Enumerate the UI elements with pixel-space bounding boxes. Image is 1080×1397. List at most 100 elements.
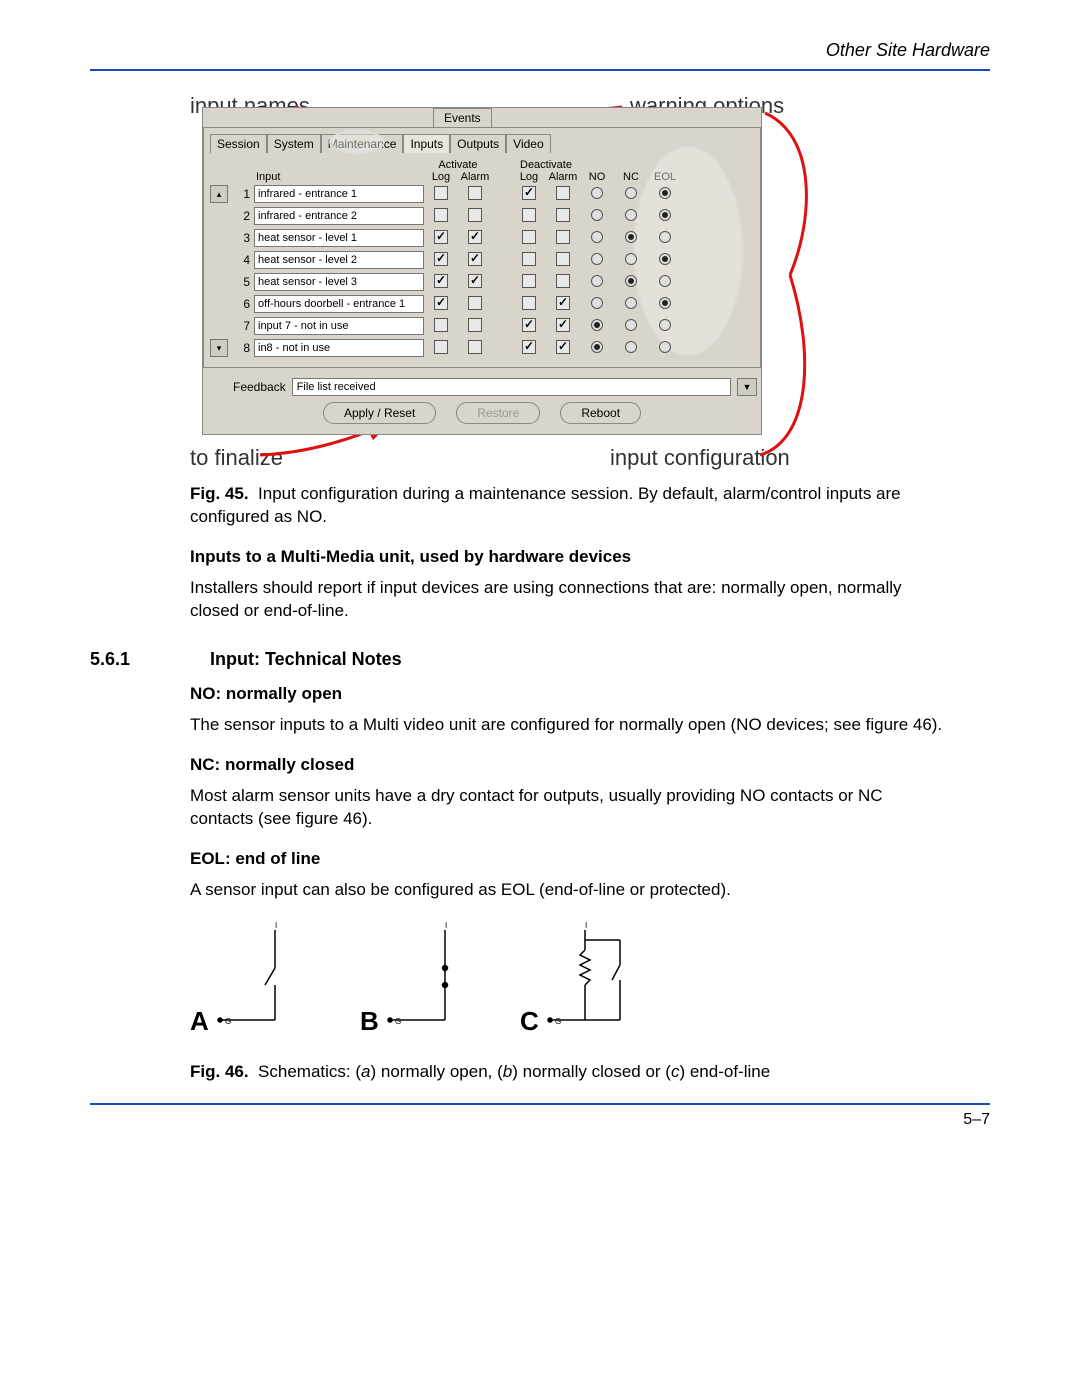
deactivate-log-checkbox[interactable] <box>522 252 536 266</box>
mode-no-radio[interactable] <box>591 209 603 221</box>
col-no: NO <box>580 171 614 183</box>
mode-nc-radio[interactable] <box>625 319 637 331</box>
deactivate-alarm-checkbox[interactable] <box>556 318 570 332</box>
input-name-field[interactable] <box>254 229 424 247</box>
reboot-button[interactable]: Reboot <box>560 402 641 424</box>
mode-eol-radio[interactable] <box>659 341 671 353</box>
tab-video[interactable]: Video <box>506 134 550 153</box>
mode-no-radio[interactable] <box>591 297 603 309</box>
feedback-field[interactable] <box>292 378 731 396</box>
deactivate-alarm-checkbox[interactable] <box>556 296 570 310</box>
tab-inputs[interactable]: Inputs <box>403 134 450 153</box>
row-number: 4 <box>232 253 254 267</box>
feedback-label: Feedback <box>233 380 286 394</box>
mode-nc-radio[interactable] <box>625 297 637 309</box>
deactivate-alarm-checkbox[interactable] <box>556 340 570 354</box>
tab-session[interactable]: Session <box>210 134 267 153</box>
mode-eol-radio[interactable] <box>659 297 671 309</box>
mode-no-radio[interactable] <box>591 253 603 265</box>
activate-alarm-checkbox[interactable] <box>468 274 482 288</box>
activate-alarm-checkbox[interactable] <box>468 230 482 244</box>
svg-text:G: G <box>395 1017 401 1026</box>
svg-text:G: G <box>225 1017 231 1026</box>
mode-no-radio[interactable] <box>591 341 603 353</box>
restore-button[interactable]: Restore <box>456 402 540 424</box>
tab-system[interactable]: System <box>267 134 321 153</box>
row-number: 6 <box>232 297 254 311</box>
mode-nc-radio[interactable] <box>625 209 637 221</box>
deactivate-alarm-checkbox[interactable] <box>556 252 570 266</box>
activate-log-checkbox[interactable] <box>434 252 448 266</box>
activate-log-checkbox[interactable] <box>434 230 448 244</box>
col-deactivate: Deactivate <box>512 159 580 171</box>
activate-log-checkbox[interactable] <box>434 208 448 222</box>
deactivate-alarm-checkbox[interactable] <box>556 230 570 244</box>
deactivate-log-checkbox[interactable] <box>522 186 536 200</box>
figure-46-caption: Fig. 46. Schematics: (a) normally open, … <box>190 1061 950 1084</box>
mode-eol-radio[interactable] <box>659 209 671 221</box>
deactivate-log-checkbox[interactable] <box>522 340 536 354</box>
activate-alarm-checkbox[interactable] <box>468 296 482 310</box>
inputs-dialog: Events Session System Maintenance Inputs… <box>202 107 762 435</box>
activate-log-checkbox[interactable] <box>434 318 448 332</box>
deactivate-log-checkbox[interactable] <box>522 296 536 310</box>
deactivate-log-checkbox[interactable] <box>522 230 536 244</box>
activate-log-checkbox[interactable] <box>434 274 448 288</box>
apply-reset-button[interactable]: Apply / Reset <box>323 402 436 424</box>
input-name-field[interactable] <box>254 295 424 313</box>
mode-nc-radio[interactable] <box>625 231 637 243</box>
mode-eol-radio[interactable] <box>659 253 671 265</box>
para-eol: A sensor input can also be configured as… <box>190 879 950 902</box>
input-name-field[interactable] <box>254 207 424 225</box>
tab-events[interactable]: Events <box>433 108 492 127</box>
deactivate-log-checkbox[interactable] <box>522 274 536 288</box>
scroll-up-button[interactable]: ▴ <box>210 185 228 203</box>
page-number: 5–7 <box>90 1111 990 1129</box>
mode-no-radio[interactable] <box>591 275 603 287</box>
deactivate-log-checkbox[interactable] <box>522 208 536 222</box>
activate-log-checkbox[interactable] <box>434 340 448 354</box>
deactivate-alarm-checkbox[interactable] <box>556 186 570 200</box>
page-header: Other Site Hardware <box>90 40 990 61</box>
activate-alarm-checkbox[interactable] <box>468 186 482 200</box>
input-name-field[interactable] <box>254 251 424 269</box>
heading-inputs-multimedia: Inputs to a Multi-Media unit, used by ha… <box>190 547 990 567</box>
mode-no-radio[interactable] <box>591 231 603 243</box>
mode-no-radio[interactable] <box>591 319 603 331</box>
mode-eol-radio[interactable] <box>659 319 671 331</box>
deactivate-alarm-checkbox[interactable] <box>556 274 570 288</box>
mode-eol-radio[interactable] <box>659 275 671 287</box>
activate-alarm-checkbox[interactable] <box>468 340 482 354</box>
input-name-field[interactable] <box>254 273 424 291</box>
activate-alarm-checkbox[interactable] <box>468 318 482 332</box>
tab-outputs[interactable]: Outputs <box>450 134 506 153</box>
deactivate-log-checkbox[interactable] <box>522 318 536 332</box>
mode-nc-radio[interactable] <box>625 341 637 353</box>
deactivate-alarm-checkbox[interactable] <box>556 208 570 222</box>
col-activate-log: Log <box>424 171 458 183</box>
svg-text:A: A <box>190 1006 209 1036</box>
mode-no-radio[interactable] <box>591 187 603 199</box>
input-name-field[interactable] <box>254 185 424 203</box>
feedback-dropdown[interactable]: ▼ <box>737 378 757 396</box>
mode-eol-radio[interactable] <box>659 187 671 199</box>
annotation-input-configuration: input configuration <box>610 445 790 471</box>
activate-alarm-checkbox[interactable] <box>468 208 482 222</box>
input-name-field[interactable] <box>254 317 424 335</box>
mode-eol-radio[interactable] <box>659 231 671 243</box>
activate-alarm-checkbox[interactable] <box>468 252 482 266</box>
row-number: 1 <box>232 187 254 201</box>
svg-text:C: C <box>520 1006 539 1036</box>
row-number: 7 <box>232 319 254 333</box>
activate-log-checkbox[interactable] <box>434 186 448 200</box>
heading-eol: EOL: end of line <box>190 849 990 869</box>
annotation-to-finalize: to finalize <box>190 445 283 471</box>
activate-log-checkbox[interactable] <box>434 296 448 310</box>
mode-nc-radio[interactable] <box>625 187 637 199</box>
svg-text:I: I <box>585 921 587 930</box>
input-name-field[interactable] <box>254 339 424 357</box>
mode-nc-radio[interactable] <box>625 253 637 265</box>
scroll-down-button[interactable]: ▾ <box>210 339 228 357</box>
mode-nc-radio[interactable] <box>625 275 637 287</box>
figure-45: input names warning options to finalize … <box>190 95 990 475</box>
